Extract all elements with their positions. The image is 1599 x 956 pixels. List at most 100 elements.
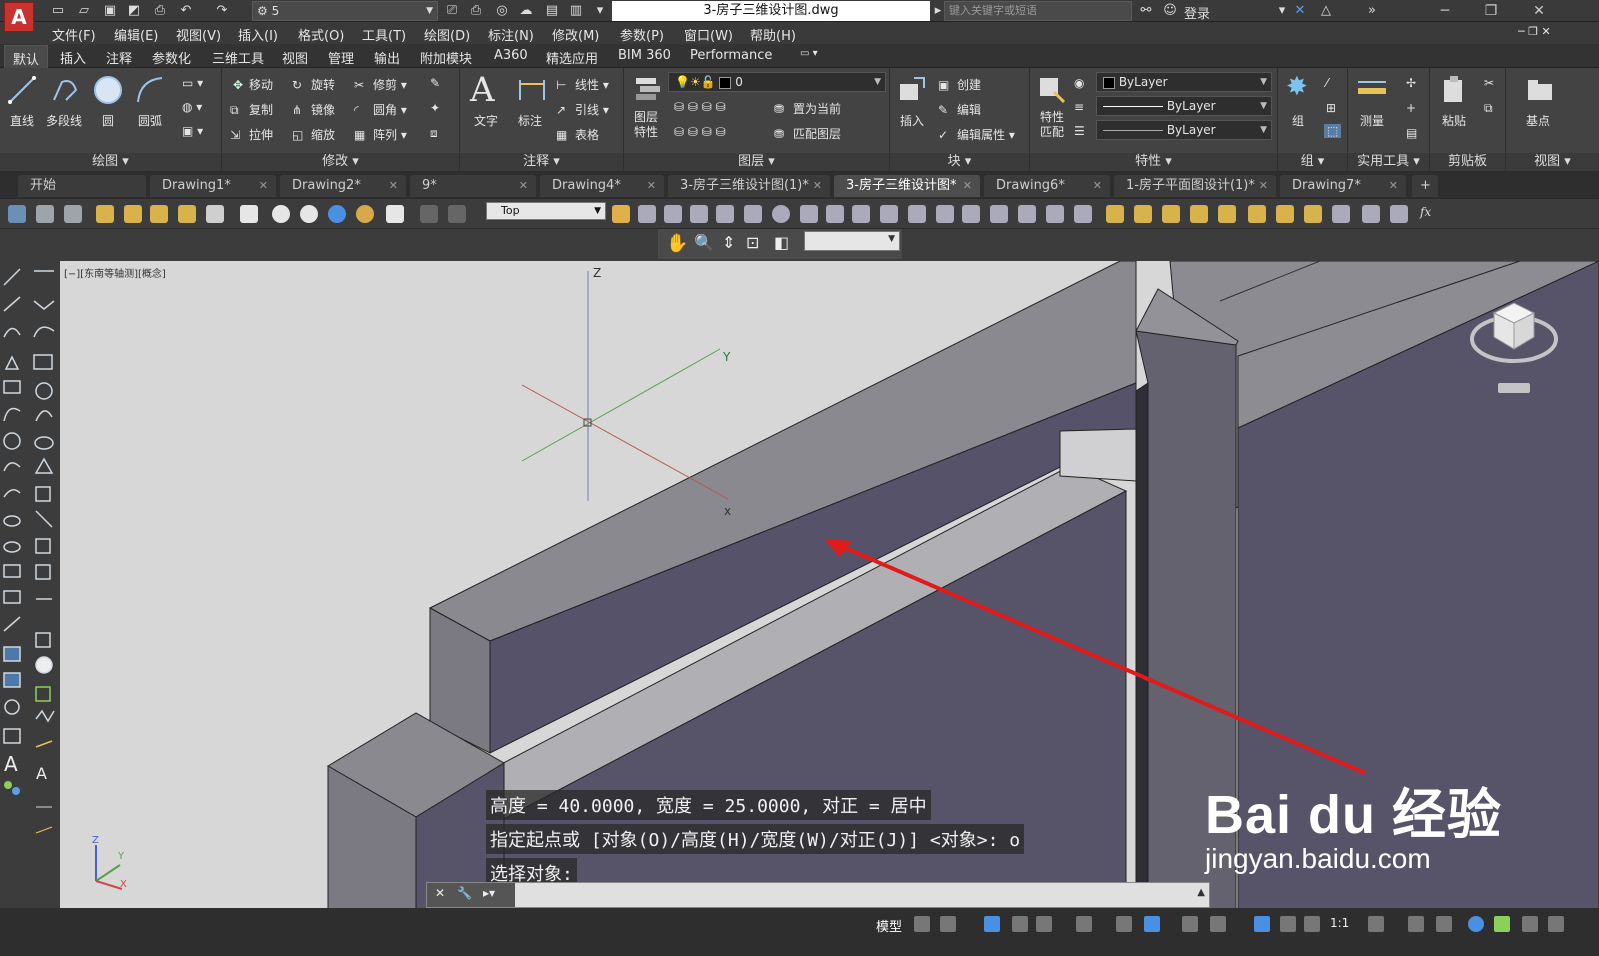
doc-tab[interactable]: 1-房子平面图设计(1)* ✕ <box>1114 175 1276 197</box>
panel-title-utilities[interactable]: 实用工具 ▾ <box>1348 153 1429 171</box>
exchange-icon[interactable]: ✕ <box>1292 3 1308 19</box>
doc-minimize-button[interactable]: ─ ❐ ✕ <box>1518 25 1551 38</box>
chevron-up-icon[interactable]: ▲ <box>1197 887 1205 898</box>
navigation-cube[interactable] <box>1468 291 1560 401</box>
plot-icon[interactable]: ⎚ <box>444 3 460 19</box>
text-icon[interactable]: A <box>470 70 495 110</box>
visual-style-icon[interactable] <box>386 205 404 223</box>
trim-button[interactable]: ✂ 修剪 ▾ <box>354 76 407 94</box>
tab-view[interactable]: 视图 <box>282 48 308 67</box>
close-tab-icon[interactable]: ✕ <box>647 175 656 197</box>
base-view-icon[interactable] <box>1524 74 1556 106</box>
panel-title-annotation[interactable]: 注释 ▾ <box>460 153 623 171</box>
dim-linear-icon[interactable] <box>1106 205 1124 223</box>
new-tab-button[interactable]: + <box>1412 175 1438 197</box>
rotate-button[interactable]: ↻ 旋转 <box>292 76 335 94</box>
close-button[interactable]: ✕ <box>1516 0 1562 22</box>
panel-title-draw[interactable]: 绘图 ▾ <box>0 153 221 171</box>
arc-button[interactable]: 圆弧 <box>138 112 162 129</box>
hidden-icon[interactable] <box>300 205 318 223</box>
close-tab-icon[interactable]: ✕ <box>813 175 822 197</box>
menu-parametric[interactable]: 参数(P) <box>620 25 664 44</box>
doc-tab[interactable]: 3-房子三维设计图(1)* ✕ <box>668 175 830 197</box>
render-icon[interactable]: ▤ <box>544 3 560 19</box>
layer-tools-row1[interactable]: ⛁ ⛁ ⛁ ⛁ <box>674 100 726 114</box>
menu-modify[interactable]: 修改(M) <box>552 25 599 44</box>
lineweight-status-icon[interactable] <box>1182 916 1198 932</box>
group-icon[interactable]: ✸ <box>1286 72 1308 102</box>
doc-tab[interactable]: Drawing6* ✕ <box>984 175 1110 197</box>
make-current-button[interactable]: ⛃ 置为当前 <box>774 100 841 118</box>
menu-help[interactable]: 帮助(H) <box>750 25 796 44</box>
annotation-visibility-icon[interactable] <box>1254 916 1270 932</box>
osnap-icon[interactable] <box>1144 916 1160 932</box>
menu-edit[interactable]: 编辑(E) <box>114 25 158 44</box>
cylinder-icon[interactable] <box>206 205 224 223</box>
grid-icon[interactable] <box>914 916 930 932</box>
close-icon[interactable]: ✕ <box>435 886 445 900</box>
menu-format[interactable]: 格式(O) <box>298 25 344 44</box>
annotation-scale-icon[interactable] <box>1304 916 1320 932</box>
scale-button[interactable]: ◱ 缩放 <box>292 126 335 144</box>
close-tab-icon[interactable]: ✕ <box>963 175 972 197</box>
linear-button[interactable]: ⊢ 线性 ▾ <box>556 76 609 94</box>
chamfer-tool-icon[interactable] <box>990 205 1008 223</box>
panel-title-view[interactable]: 视图 ▾ <box>1506 153 1599 171</box>
panel-title-modify[interactable]: 修改 ▾ <box>222 153 459 171</box>
match-properties-icon[interactable] <box>1036 74 1068 106</box>
leader-button[interactable]: ↗ 引线 ▾ <box>556 101 609 119</box>
save-icon[interactable]: ▣ <box>102 3 118 19</box>
zoom-window-icon[interactable]: ⊡ <box>746 233 759 252</box>
mirror-button[interactable]: ⋔ 镜像 <box>292 101 335 119</box>
tab-manage[interactable]: 管理 <box>328 48 354 67</box>
model-space-toggle[interactable]: 模型 <box>876 916 902 935</box>
snap-icon[interactable] <box>940 916 956 932</box>
join-tool-icon[interactable] <box>962 205 980 223</box>
explode-tool-icon[interactable] <box>1074 205 1092 223</box>
zoom-icon[interactable]: 🔍 <box>694 233 714 252</box>
ucs-previous-icon[interactable] <box>448 205 466 223</box>
menu-file[interactable]: 文件(F) <box>52 25 96 44</box>
table-button[interactable]: ▦ 表格 <box>556 126 599 144</box>
ucs-world-icon[interactable] <box>420 205 438 223</box>
polar-icon[interactable] <box>1036 916 1052 932</box>
erase-icon[interactable]: ✎ <box>430 76 440 90</box>
doc-tab[interactable]: Drawing2* ✕ <box>280 175 406 197</box>
color-select[interactable]: ByLayer ▼ <box>1096 72 1272 92</box>
dim-quick-icon[interactable] <box>1304 205 1322 223</box>
infer-icon[interactable] <box>984 916 1000 932</box>
more-icon[interactable]: » <box>1364 3 1380 19</box>
isodraft-icon[interactable] <box>1076 916 1092 932</box>
stretch-button[interactable]: ⇲ 拉伸 <box>230 126 273 144</box>
panel-title-block[interactable]: 块 ▾ <box>890 153 1029 171</box>
tab-3d-tools[interactable]: 三维工具 <box>212 48 264 67</box>
close-tab-icon[interactable]: ✕ <box>259 175 268 197</box>
doc-tab-active[interactable]: 3-房子三维设计图* ✕ <box>834 175 980 197</box>
paste-button[interactable]: 粘贴 <box>1442 112 1466 129</box>
close-tab-icon[interactable]: ✕ <box>519 175 528 197</box>
tab-a360[interactable]: A360 <box>494 48 528 63</box>
open-file-icon[interactable]: ▱ <box>76 3 92 19</box>
binoculars-icon[interactable]: ⚯ <box>1138 3 1154 19</box>
undo-icon[interactable]: ↶ <box>178 3 194 19</box>
edit-attr-button[interactable]: ✓ 编辑属性 ▾ <box>938 126 1015 144</box>
zoom-select[interactable]: ▼ <box>804 231 900 251</box>
wireframe-icon[interactable] <box>272 205 290 223</box>
print-icon[interactable]: ⎙ <box>152 3 168 19</box>
share-icon[interactable]: ◎ <box>494 3 510 19</box>
line-button[interactable]: 直线 <box>10 112 34 129</box>
layer-properties-icon[interactable] <box>632 72 664 104</box>
clean-screen-icon[interactable] <box>1522 916 1538 932</box>
menu-tools[interactable]: 工具(T) <box>362 25 406 44</box>
measure-button[interactable]: 测量 <box>1360 112 1384 129</box>
login-link[interactable]: 登录 <box>1184 3 1210 22</box>
shaded-icon[interactable] <box>328 205 346 223</box>
dim-ordinate-icon[interactable] <box>1190 205 1208 223</box>
doc-tab-start[interactable]: 开始 <box>18 175 146 197</box>
hardware-accel-icon[interactable] <box>1494 916 1510 932</box>
minimize-button[interactable]: ─ <box>1422 0 1468 22</box>
tab-annotate[interactable]: 注释 <box>106 48 132 67</box>
tab-bim360[interactable]: BIM 360 <box>618 48 671 63</box>
realistic-icon[interactable] <box>356 205 374 223</box>
linetype-select[interactable]: ByLayer ▼ <box>1096 96 1272 116</box>
